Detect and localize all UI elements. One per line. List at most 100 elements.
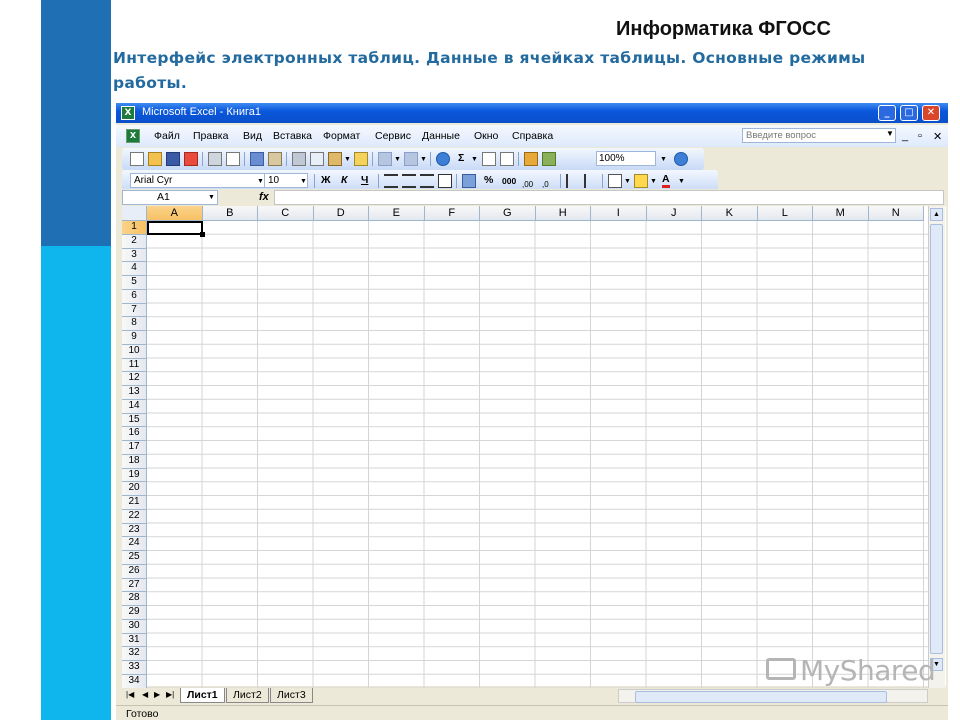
menu-file[interactable]: Файл xyxy=(154,130,180,142)
row-header[interactable]: 10 xyxy=(122,344,147,359)
decrease-decimal-icon[interactable]: ,0 xyxy=(542,174,556,189)
row-header[interactable]: 33 xyxy=(122,661,147,675)
last-sheet-icon[interactable]: ▶| xyxy=(166,690,174,699)
borders-icon[interactable] xyxy=(608,174,622,188)
redo-icon[interactable] xyxy=(404,152,418,166)
row-header[interactable]: 11 xyxy=(122,358,147,373)
print-preview-icon[interactable] xyxy=(226,152,240,166)
row-header[interactable]: 9 xyxy=(122,331,147,345)
fill-color-dropdown-icon[interactable]: ▼ xyxy=(650,178,657,185)
column-header[interactable]: F xyxy=(424,206,480,221)
maximize-button[interactable]: □ xyxy=(900,105,918,121)
redo-dropdown-icon[interactable]: ▼ xyxy=(420,156,427,163)
cut-icon[interactable] xyxy=(292,152,306,166)
borders-dropdown-icon[interactable]: ▼ xyxy=(624,178,631,185)
row-header[interactable]: 12 xyxy=(122,372,147,386)
doc-minimize-button[interactable]: _ xyxy=(902,130,908,142)
align-left-icon[interactable] xyxy=(384,174,398,188)
column-header[interactable]: L xyxy=(757,206,813,221)
hscroll-thumb[interactable] xyxy=(635,691,887,703)
chart-wizard-icon[interactable] xyxy=(524,152,538,166)
menu-tools[interactable]: Сервис xyxy=(375,130,411,142)
workbook-icon[interactable]: X xyxy=(126,129,140,143)
menu-view[interactable]: Вид xyxy=(243,130,262,142)
row-header[interactable]: 13 xyxy=(122,386,147,400)
sheet-tab-1[interactable]: Лист1 xyxy=(180,688,225,703)
paste-icon[interactable] xyxy=(328,152,342,166)
row-header[interactable]: 4 xyxy=(122,262,147,276)
decrease-indent-icon[interactable] xyxy=(566,174,580,188)
underline-button[interactable]: Ч xyxy=(361,174,368,186)
thousands-button[interactable]: 000 xyxy=(502,176,516,186)
column-header[interactable]: G xyxy=(480,206,536,221)
help-dropdown-icon[interactable]: ▼ xyxy=(886,129,894,138)
autosum-dropdown-icon[interactable]: ▼ xyxy=(471,156,478,163)
print-icon[interactable] xyxy=(208,152,222,166)
excel-app-icon[interactable]: X xyxy=(121,106,135,120)
row-header[interactable]: 26 xyxy=(122,564,147,579)
prev-sheet-icon[interactable]: ◀ xyxy=(142,690,148,699)
row-header[interactable]: 17 xyxy=(122,441,147,455)
scroll-thumb[interactable] xyxy=(930,224,943,654)
column-header[interactable]: A xyxy=(147,206,203,221)
sort-ascending-icon[interactable] xyxy=(482,152,496,166)
row-header[interactable]: 14 xyxy=(122,399,147,414)
title-bar[interactable]: X Microsoft Excel - Книга1 _ □ ✕ xyxy=(116,103,948,123)
row-header[interactable]: 15 xyxy=(122,413,147,428)
format-painter-icon[interactable] xyxy=(354,152,368,166)
font-size-dropdown-icon[interactable]: ▼ xyxy=(300,178,307,185)
zoom-dropdown-icon[interactable]: ▼ xyxy=(660,156,667,163)
hyperlink-icon[interactable] xyxy=(436,152,450,166)
row-header[interactable]: 23 xyxy=(122,523,147,538)
bold-button[interactable]: Ж xyxy=(321,174,331,186)
font-color-dropdown-icon[interactable]: ▼ xyxy=(678,178,685,185)
name-box-dropdown-icon[interactable]: ▼ xyxy=(208,194,215,201)
spelling-icon[interactable] xyxy=(250,152,264,166)
row-header[interactable]: 28 xyxy=(122,592,147,606)
help-question-input[interactable]: Введите вопрос xyxy=(742,128,896,143)
help-icon[interactable] xyxy=(674,152,688,166)
undo-dropdown-icon[interactable]: ▼ xyxy=(394,156,401,163)
permission-icon[interactable] xyxy=(184,152,198,166)
row-header[interactable]: 30 xyxy=(122,619,147,634)
font-color-button[interactable]: A xyxy=(662,174,670,188)
copy-icon[interactable] xyxy=(310,152,324,166)
column-header[interactable]: I xyxy=(591,206,647,221)
save-icon[interactable] xyxy=(166,152,180,166)
menu-format[interactable]: Формат xyxy=(323,130,360,142)
row-header[interactable]: 20 xyxy=(122,482,147,496)
row-header[interactable]: 22 xyxy=(122,509,147,524)
row-header[interactable]: 31 xyxy=(122,633,147,648)
open-icon[interactable] xyxy=(148,152,162,166)
insert-function-icon[interactable]: fx xyxy=(259,191,269,203)
drawing-icon[interactable] xyxy=(542,152,556,166)
font-name-dropdown-icon[interactable]: ▼ xyxy=(257,178,264,185)
column-header[interactable]: K xyxy=(702,206,758,221)
increase-decimal-icon[interactable]: ,00 xyxy=(522,174,536,189)
column-header[interactable]: B xyxy=(202,206,258,221)
column-header[interactable]: C xyxy=(258,206,314,221)
align-center-icon[interactable] xyxy=(402,174,416,188)
menu-insert[interactable]: Вставка xyxy=(273,130,312,142)
scroll-up-icon[interactable]: ▲ xyxy=(930,208,943,221)
row-header[interactable]: 34 xyxy=(122,674,147,689)
row-header[interactable]: 2 xyxy=(122,234,147,249)
increase-indent-icon[interactable] xyxy=(584,174,598,188)
select-all-corner[interactable] xyxy=(122,206,147,221)
sheet-tab-2[interactable]: Лист2 xyxy=(226,688,269,703)
close-button[interactable]: ✕ xyxy=(922,105,940,121)
column-header[interactable]: N xyxy=(868,206,924,221)
row-header[interactable]: 3 xyxy=(122,248,147,263)
formula-input[interactable] xyxy=(274,190,944,205)
column-header[interactable]: D xyxy=(313,206,369,221)
row-header[interactable]: 1 xyxy=(122,221,147,235)
sort-descending-icon[interactable] xyxy=(500,152,514,166)
zoom-select[interactable]: 100% xyxy=(596,151,656,166)
percent-button[interactable]: % xyxy=(484,174,493,186)
vertical-scrollbar[interactable]: ▲ ▼ xyxy=(928,206,945,689)
row-header[interactable]: 24 xyxy=(122,537,147,551)
name-box[interactable]: A1 xyxy=(122,190,218,205)
fill-color-icon[interactable] xyxy=(634,174,648,188)
cell-grid[interactable] xyxy=(147,221,932,688)
menu-help[interactable]: Справка xyxy=(512,130,553,142)
